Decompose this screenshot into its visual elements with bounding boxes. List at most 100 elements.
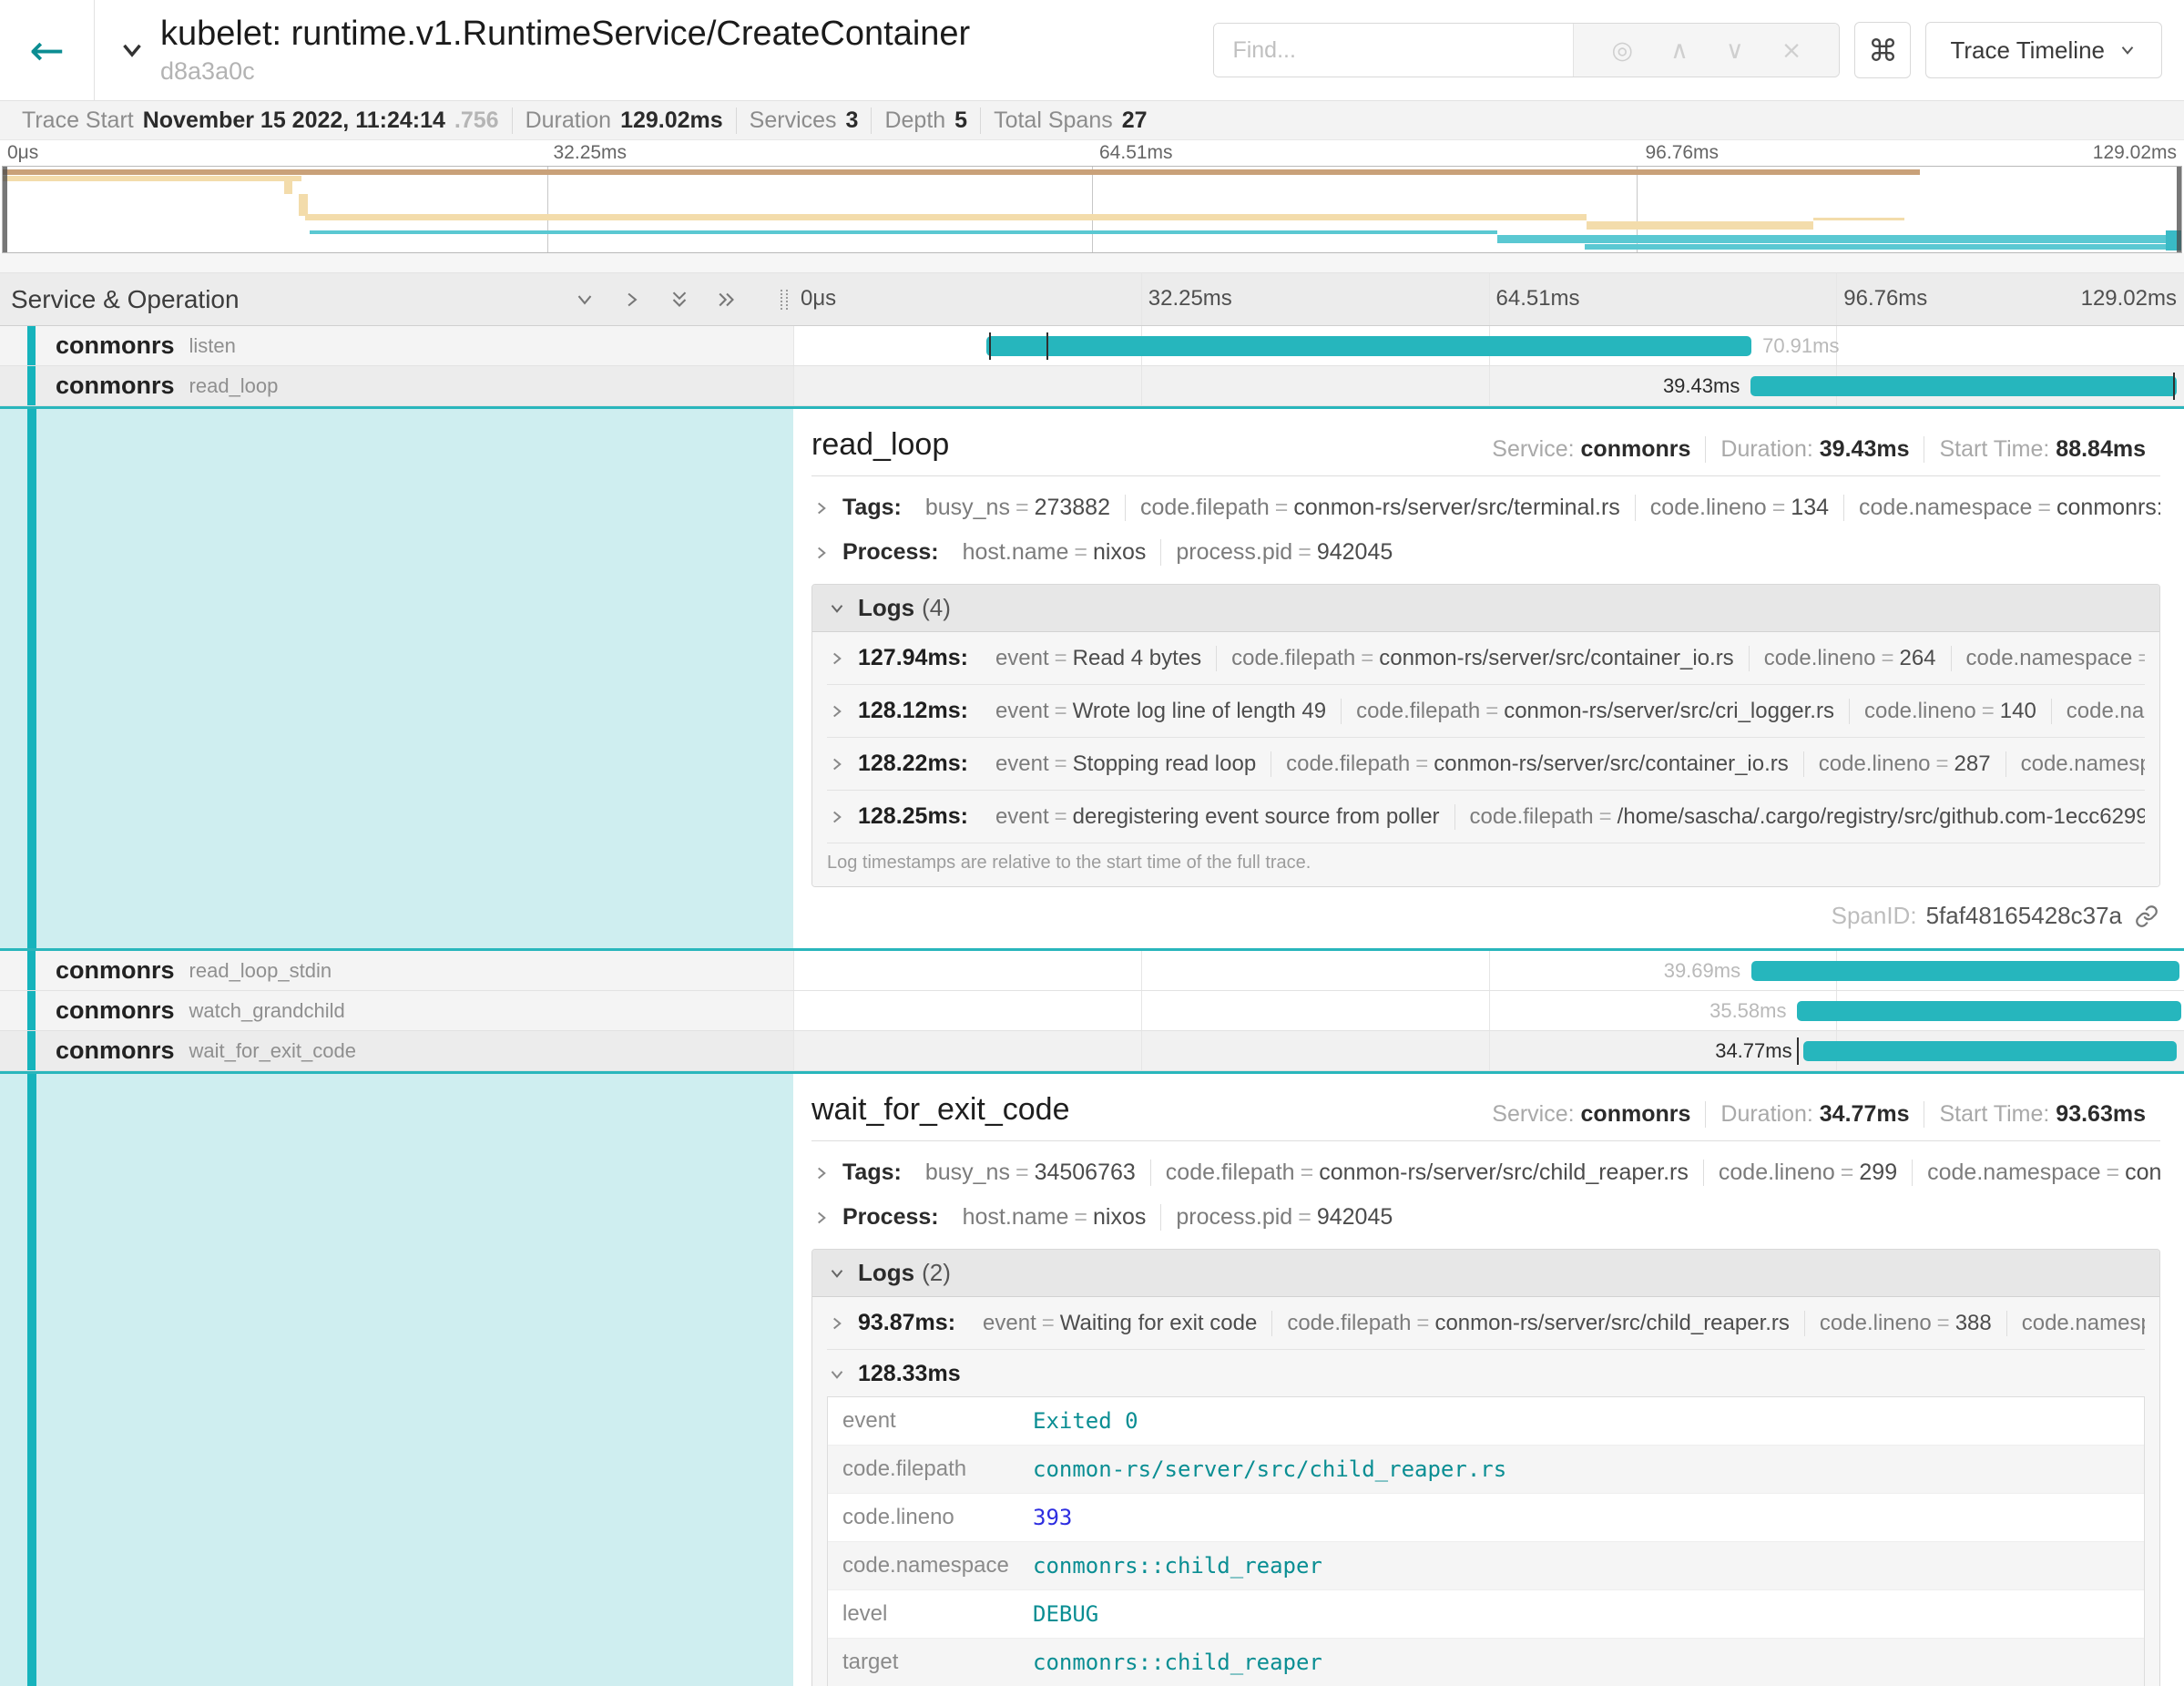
log-entry[interactable]: 128.12ms:event=Wrote log line of length … bbox=[827, 685, 2145, 738]
keyboard-shortcuts-button[interactable]: ⌘ bbox=[1854, 22, 1911, 78]
log-entry[interactable]: 93.87ms:event=Waiting for exit codecode.… bbox=[827, 1297, 2145, 1350]
span-timeline-cell[interactable]: 39.69ms bbox=[793, 951, 2184, 990]
span-duration-bar[interactable] bbox=[1750, 376, 2176, 396]
span-duration-bar[interactable] bbox=[1751, 961, 2179, 981]
process-accordion[interactable]: Process:host.name=nixosprocess.pid=94204… bbox=[811, 1195, 2160, 1240]
process-label: Process: bbox=[842, 539, 939, 566]
log-entry[interactable]: 128.22ms:event=Stopping read loopcode.fi… bbox=[827, 738, 2145, 791]
span-timeline-cell[interactable]: 35.58ms bbox=[793, 991, 2184, 1030]
logs-label: Logs bbox=[858, 594, 914, 622]
tag-value: /home/sascha/.cargo/registry/src/github.… bbox=[1618, 804, 2145, 829]
span-name-cell[interactable]: conmonrsread_loop_stdin bbox=[0, 951, 793, 990]
chevron-down-icon bbox=[827, 1263, 847, 1283]
span-timeline-cell[interactable]: 34.77ms bbox=[793, 1031, 2184, 1070]
span-name-cell[interactable]: conmonrswait_for_exit_code bbox=[0, 1031, 793, 1070]
trace-collapse-chevron[interactable] bbox=[117, 35, 148, 66]
process-accordion[interactable]: Process:host.name=nixosprocess.pid=94204… bbox=[811, 530, 2160, 575]
tag-chip: code.filepath=conmon-rs/server/src/termi… bbox=[1125, 495, 1635, 521]
log-timestamp: 128.12ms: bbox=[858, 698, 968, 724]
summary-item: Depth5 bbox=[871, 107, 980, 134]
expand-all-icon[interactable] bbox=[715, 288, 739, 312]
span-detail-content: read_loopService: conmonrsDuration: 39.4… bbox=[793, 409, 2184, 948]
equals-sign: = bbox=[1594, 804, 1618, 829]
target-icon[interactable]: ◎ bbox=[1612, 36, 1634, 65]
span-meta-start-time-value: 93.63ms bbox=[2056, 1101, 2146, 1127]
timeline-gridline bbox=[1141, 273, 1142, 325]
equals-sign: = bbox=[1875, 646, 1899, 670]
log-field-list: event=Waiting for exit codecode.filepath… bbox=[968, 1311, 2145, 1336]
log-entry-expanded-header[interactable]: 128.33ms bbox=[827, 1350, 2145, 1393]
expand-one-icon[interactable] bbox=[620, 288, 644, 312]
collapse-one-icon[interactable] bbox=[573, 288, 597, 312]
tag-value: conmon-rs/server/src/terminal.rs bbox=[1293, 495, 1619, 520]
span-duration-bar[interactable] bbox=[986, 336, 1751, 356]
span-timeline-cell[interactable]: 70.91ms bbox=[793, 326, 2184, 365]
equals-sign: = bbox=[1010, 495, 1035, 520]
tag-value: Wrote log line of length 49 bbox=[1073, 699, 1326, 723]
back-button[interactable]: ← bbox=[0, 0, 95, 100]
logs-accordion-header[interactable]: Logs(4) bbox=[812, 585, 2159, 632]
tags-accordion[interactable]: Tags:busy_ns=273882code.filepath=conmon-… bbox=[811, 485, 2160, 530]
span-row[interactable]: conmonrswatch_grandchild35.58ms bbox=[0, 991, 2184, 1031]
span-duration-bar[interactable] bbox=[1803, 1041, 2178, 1061]
minimap-scrub-handle-left[interactable] bbox=[3, 167, 7, 252]
span-row[interactable]: conmonrswait_for_exit_code34.77ms bbox=[0, 1031, 2184, 1071]
timeline-tick-label: 129.02ms bbox=[2093, 142, 2177, 164]
span-color-accent bbox=[27, 951, 36, 990]
minimap-canvas[interactable] bbox=[2, 166, 2182, 253]
chevron-right-icon bbox=[827, 649, 847, 669]
summary-item-extra: .756 bbox=[454, 107, 499, 134]
timeline-tick-label: 32.25ms bbox=[554, 142, 628, 164]
log-kv-row: targetconmonrs::child_reaper bbox=[828, 1639, 2144, 1686]
span-row[interactable]: conmonrslisten70.91ms bbox=[0, 326, 2184, 366]
clear-icon[interactable]: × bbox=[1781, 36, 1802, 65]
span-operation-name: read_loop bbox=[189, 374, 279, 398]
span-meta-service: Service: conmonrs bbox=[1477, 436, 1705, 463]
logs-accordion-header[interactable]: Logs(2) bbox=[812, 1250, 2159, 1297]
chevron-up-icon[interactable]: ∧ bbox=[1670, 36, 1689, 65]
tags-accordion[interactable]: Tags:busy_ns=34506763code.filepath=conmo… bbox=[811, 1150, 2160, 1195]
tag-value: 942045 bbox=[1317, 539, 1393, 565]
find-input[interactable] bbox=[1214, 24, 1573, 77]
minimap-scrub-handle-right[interactable] bbox=[2177, 167, 2181, 252]
tag-value: conmon-rs/server/src/child_reaper.rs bbox=[1319, 1160, 1689, 1185]
tag-value: 264 bbox=[1899, 646, 1935, 670]
chevron-right-icon bbox=[811, 1208, 832, 1228]
span-meta-start-time-label: Start Time: bbox=[1939, 1101, 2056, 1127]
span-row[interactable]: conmonrsread_loop39.43ms bbox=[0, 366, 2184, 406]
trace-summary-bar: Trace StartNovember 15 2022, 11:24:14.75… bbox=[0, 100, 2184, 140]
tags-label: Tags: bbox=[842, 1160, 902, 1186]
span-meta-duration: Duration: 34.77ms bbox=[1705, 1101, 1924, 1128]
timeline-gridline bbox=[1489, 366, 1490, 405]
view-dropdown[interactable]: Trace Timeline bbox=[1925, 22, 2162, 78]
tag-key: event bbox=[995, 699, 1049, 723]
tag-key: code.lineno bbox=[1864, 699, 1976, 723]
summary-item-value: 129.02ms bbox=[620, 107, 723, 134]
log-entry[interactable]: 128.25ms:event=deregistering event sourc… bbox=[827, 791, 2145, 843]
tag-value: conmon-rs/server/src/container_io.rs bbox=[1434, 751, 1788, 776]
column-resizer[interactable] bbox=[781, 290, 788, 310]
log-entry[interactable]: 127.94ms:event=Read 4 bytescode.filepath… bbox=[827, 632, 2145, 685]
span-row[interactable]: conmonrsread_loop_stdin39.69ms bbox=[0, 951, 2184, 991]
span-duration-bar[interactable] bbox=[1797, 1001, 2180, 1021]
tag-chip: host.name=nixos bbox=[948, 539, 1161, 566]
log-kv-row: code.namespaceconmonrs::child_reaper bbox=[828, 1542, 2144, 1590]
tag-key: process.pid bbox=[1176, 1204, 1292, 1230]
chevron-down-icon[interactable]: ∨ bbox=[1726, 36, 1744, 65]
logs-list: 127.94ms:event=Read 4 bytescode.filepath… bbox=[812, 632, 2159, 886]
tag-chip: code.lineno=264 bbox=[1749, 646, 1951, 671]
chevron-right-icon bbox=[811, 1163, 832, 1183]
detail-title-row: wait_for_exit_codeService: conmonrsDurat… bbox=[811, 1087, 2160, 1140]
span-name-cell[interactable]: conmonrsread_loop bbox=[0, 366, 793, 405]
minimap-span-bar bbox=[299, 194, 308, 216]
collapse-all-icon[interactable] bbox=[668, 288, 691, 312]
timeline-minimap[interactable]: 0μs32.25ms64.51ms96.76ms129.02ms bbox=[0, 140, 2184, 253]
span-name-cell[interactable]: conmonrswatch_grandchild bbox=[0, 991, 793, 1030]
tag-value: conmonrs::child_reap… bbox=[2125, 1160, 2160, 1185]
tag-value: 388 bbox=[1955, 1311, 1992, 1335]
timeline-gridline bbox=[1489, 951, 1490, 990]
detail-divider bbox=[811, 1140, 2160, 1141]
span-name-cell[interactable]: conmonrslisten bbox=[0, 326, 793, 365]
span-timeline-cell[interactable]: 39.43ms bbox=[793, 366, 2184, 405]
link-icon[interactable] bbox=[2135, 904, 2158, 928]
